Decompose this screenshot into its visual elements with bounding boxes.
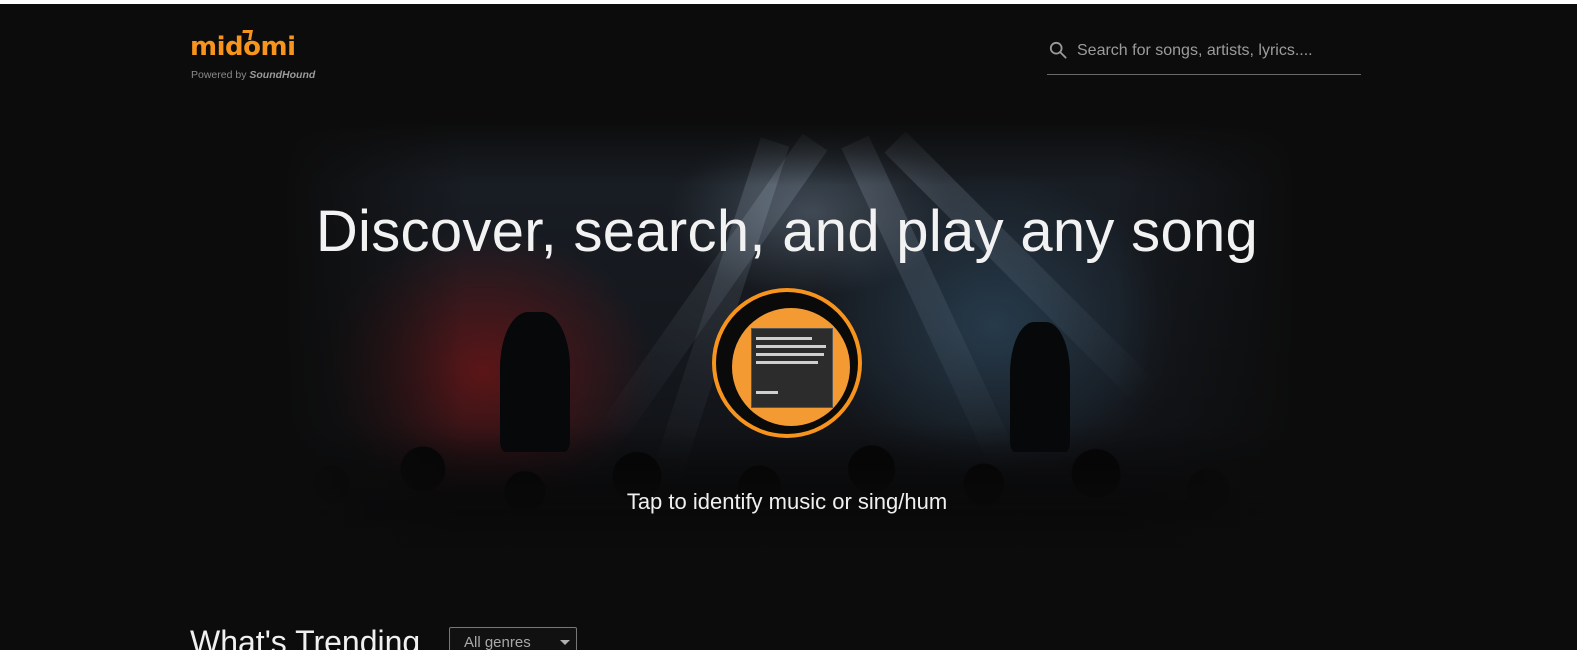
broken-image-icon (751, 328, 833, 408)
powered-by-prefix: Powered by (191, 69, 247, 81)
logo-wordmark: midomi (190, 32, 296, 62)
search-input[interactable] (1077, 38, 1355, 64)
genre-selected-value: All genres (464, 634, 531, 651)
listen-button[interactable] (712, 288, 862, 438)
midomi-logo[interactable]: midomi Powered by SoundHound (190, 28, 335, 84)
search-bar[interactable] (1047, 32, 1361, 75)
search-icon (1049, 41, 1067, 59)
hero-title: Discover, search, and play any song (315, 199, 1259, 264)
soundhound-brand: SoundHound (249, 69, 316, 81)
caret-down-icon (560, 640, 570, 645)
powered-by-line: Powered by SoundHound (191, 69, 315, 81)
hero-caption: Tap to identify music or sing/hum (626, 489, 948, 514)
bottom-edge (0, 650, 1577, 662)
page: midomi Powered by SoundHound Discover, s… (0, 4, 1577, 662)
